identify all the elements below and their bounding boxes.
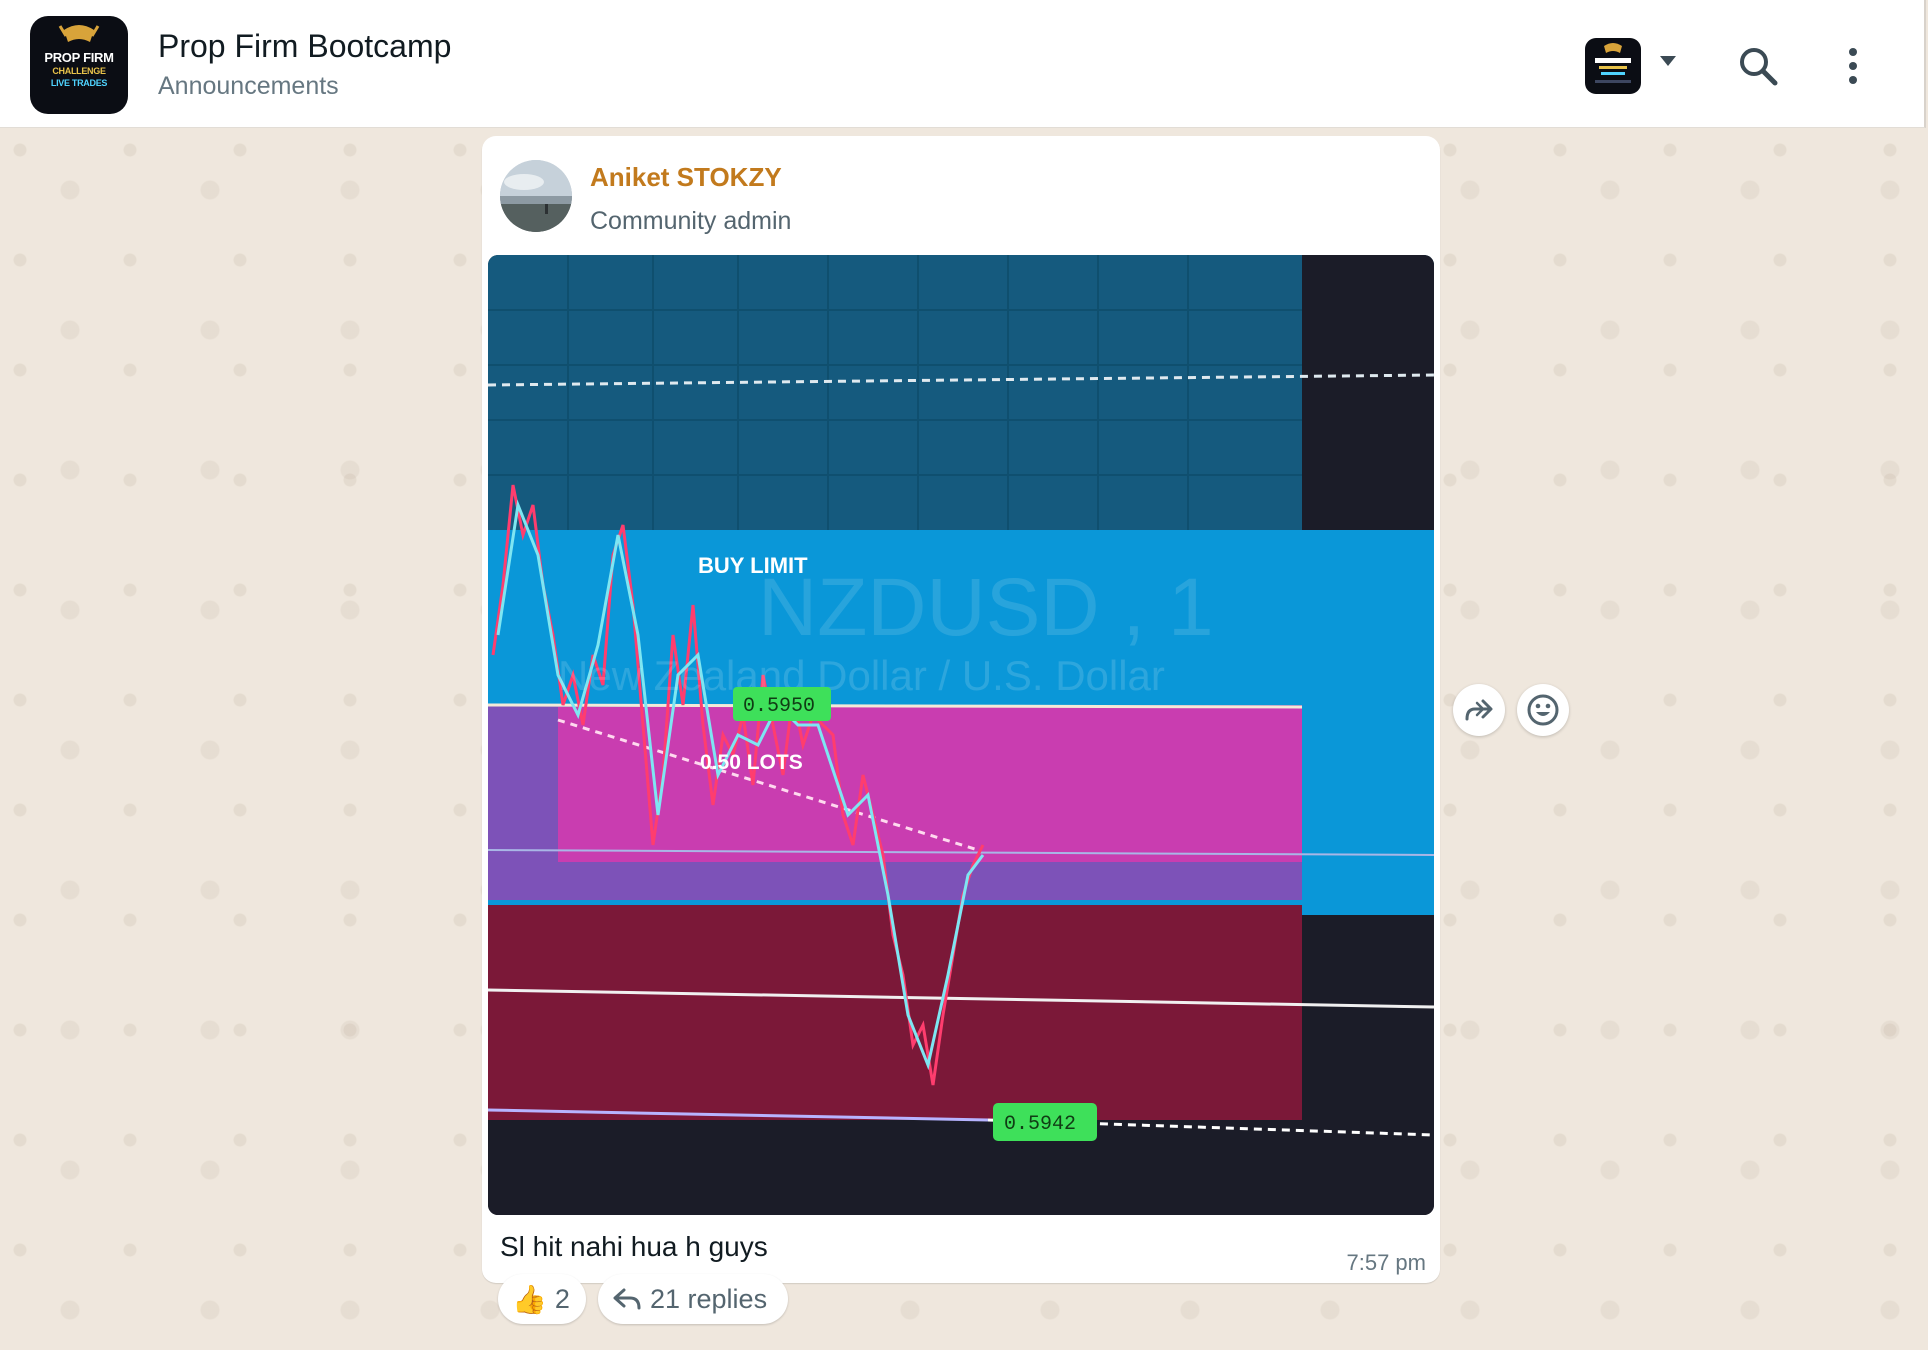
message-bubble[interactable]: Aniket STOKZY Community admin NZDUSD , 1… bbox=[482, 136, 1440, 1283]
forward-icon bbox=[1465, 699, 1493, 721]
community-switcher-avatar[interactable] bbox=[1585, 38, 1641, 94]
chat-subtitle: Announcements bbox=[158, 72, 339, 100]
chevron-down-icon[interactable] bbox=[1660, 56, 1676, 66]
reply-arrow-icon bbox=[613, 1288, 641, 1310]
reaction-count: 2 bbox=[554, 1283, 570, 1314]
more-options-icon[interactable] bbox=[1838, 44, 1868, 88]
replies-count: 21 replies bbox=[650, 1283, 768, 1314]
trading-chart-image: NZDUSD , 1 New Zealand Dollar / U.S. Dol… bbox=[488, 255, 1434, 1215]
chart-bottom-dark bbox=[488, 1120, 1434, 1215]
chart-watermark-symbol: NZDUSD , 1 bbox=[758, 562, 1214, 653]
chat-header: PROP FIRM CHALLENGE LIVE TRADES Prop Fir… bbox=[0, 0, 1926, 128]
replies-pill[interactable]: 21 replies bbox=[598, 1274, 788, 1324]
forward-button[interactable] bbox=[1453, 684, 1505, 736]
chart-right-dark-bottom bbox=[1302, 915, 1434, 1120]
chart-lots-label: 0.50 LOTS bbox=[700, 751, 803, 774]
message-caption: Sl hit nahi hua h guys bbox=[500, 1231, 768, 1262]
thumbs-up-icon: 👍 bbox=[512, 1283, 547, 1315]
chart-entry-price-text: 0.5950 bbox=[743, 695, 815, 718]
bull-logo-small-icon bbox=[1595, 43, 1631, 83]
chart-photo[interactable]: NZDUSD , 1 New Zealand Dollar / U.S. Dol… bbox=[488, 255, 1434, 1215]
chart-bg-top bbox=[488, 255, 1434, 530]
group-avatar[interactable]: PROP FIRM CHALLENGE LIVE TRADES bbox=[30, 16, 128, 114]
sender-avatar[interactable] bbox=[500, 160, 572, 232]
chart-right-dark-top bbox=[1302, 255, 1434, 530]
chat-title[interactable]: Prop Firm Bootcamp bbox=[158, 28, 451, 65]
logo-text-line3: LIVE TRADES bbox=[50, 78, 108, 88]
react-button[interactable] bbox=[1517, 684, 1569, 736]
smiley-icon bbox=[1527, 694, 1559, 726]
chart-buy-limit-label: BUY LIMIT bbox=[698, 553, 808, 578]
logo-text-line1: PROP FIRM bbox=[44, 50, 114, 65]
chart-stop-price-text: 0.5942 bbox=[1004, 1113, 1076, 1136]
chart-entry-line bbox=[488, 703, 1303, 709]
logo-text-line2: CHALLENGE bbox=[52, 66, 106, 76]
chart-watermark-desc: New Zealand Dollar / U.S. Dollar bbox=[558, 652, 1165, 699]
landscape-photo-icon bbox=[500, 160, 572, 232]
sender-name[interactable]: Aniket STOKZY bbox=[590, 162, 782, 193]
search-icon[interactable] bbox=[1736, 44, 1780, 88]
message-time: 7:57 pm bbox=[1346, 1250, 1427, 1275]
bull-logo-icon bbox=[58, 25, 100, 42]
sender-role: Community admin bbox=[590, 207, 792, 235]
reaction-pill[interactable]: 👍 2 bbox=[498, 1274, 586, 1324]
